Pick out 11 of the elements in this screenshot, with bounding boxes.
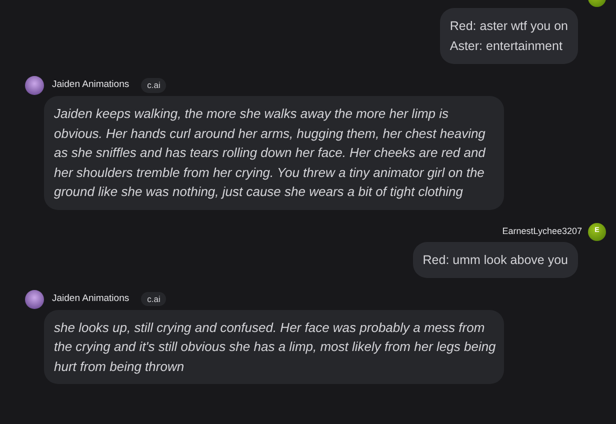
character-message-bubble: she looks up, still crying and confused. Her face was probably a mess from the crying and it's still obvious she has a limp, most likely from her legs being hurt from being thrown [44,310,504,384]
character-avatar [25,76,44,95]
user-message-bubble: Red: umm look above you [412,242,578,278]
user-message-bubble: Red: aster wtf you on Aster: entertainment [440,8,578,64]
character-avatar [25,290,44,308]
ai-tag: c.ai [141,292,166,306]
character-name: Jaiden Animations [52,292,130,306]
character-name: Jaiden Animations [52,78,130,92]
username: EarnestLychee3207 [502,224,582,238]
character-message-bubble: Jaiden keeps walking, the more she walks away the more her limp is obvious. Her hands curl around her arms, hugging them, her chest heaving as she sniffles and has tears rolling down her face. Her cheeks are red and her shoulders tremble from her crying. You threw a tiny animator girl on the ground like she was nothing, just cause she wears a bit of tight clothing [44,96,504,210]
ai-tag: c.ai [141,78,166,93]
